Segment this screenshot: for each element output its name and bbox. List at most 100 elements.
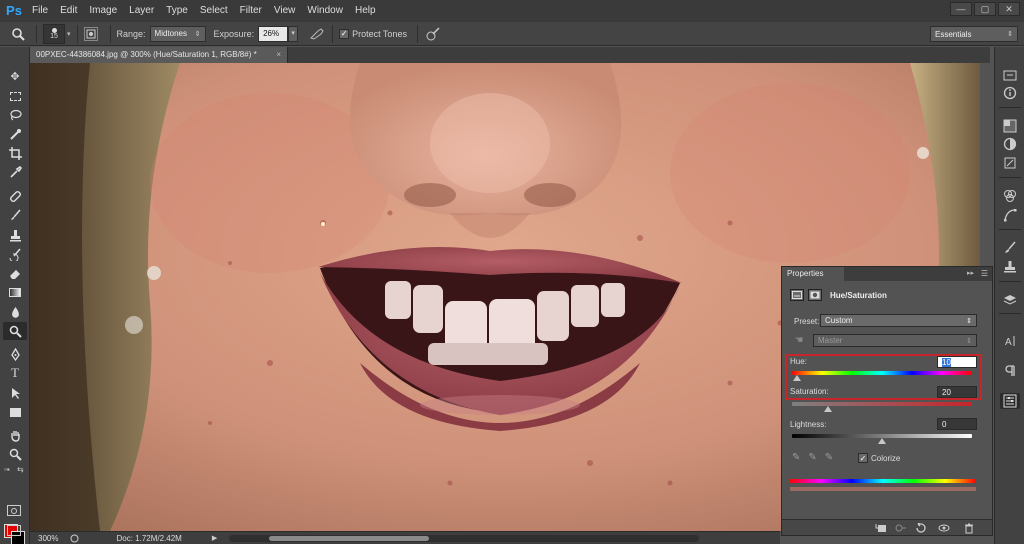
menu-window[interactable]: Window (301, 0, 349, 22)
channel-select[interactable]: Master ⇕ (813, 334, 977, 347)
healing-brush-icon[interactable] (3, 187, 27, 205)
share-icon[interactable] (68, 533, 80, 543)
zoom-icon[interactable] (3, 445, 27, 463)
range-select[interactable]: Midtones ⇕ (149, 25, 206, 42)
lightness-slider-thumb[interactable] (878, 438, 886, 444)
zoom-level[interactable]: 300% (38, 534, 58, 543)
hand-adjust-icon[interactable]: ☚ (792, 334, 806, 347)
channels-panel-icon[interactable] (1000, 188, 1020, 204)
hue-slider-thumb[interactable] (793, 375, 802, 381)
clone-source-icon[interactable] (1000, 259, 1020, 275)
hue-slider-track[interactable] (792, 371, 972, 375)
quick-mask-icon[interactable] (7, 505, 21, 516)
saturation-slider-track[interactable] (792, 402, 972, 406)
menu-file[interactable]: File (26, 0, 54, 22)
brush-panel-icon[interactable] (83, 26, 98, 41)
clip-to-layer-icon[interactable] (874, 522, 888, 534)
lightness-value-field[interactable]: 0 (937, 418, 977, 430)
reset-icon[interactable] (914, 522, 928, 534)
adjustments-properties-icon[interactable] (1000, 393, 1020, 409)
maximize-button[interactable]: ▢ (974, 2, 996, 16)
colorize-checkbox[interactable]: ✓ (858, 453, 868, 463)
gradient-icon[interactable] (3, 283, 27, 301)
range-label: Range: (116, 28, 146, 39)
hue-value-field[interactable]: 10 (937, 356, 977, 368)
preset-select[interactable]: Custom ⇕ (820, 314, 977, 327)
history-brush-icon[interactable] (3, 245, 27, 263)
preset-value: Custom (825, 316, 853, 325)
horizontal-scrollbar[interactable] (229, 534, 700, 542)
blur-icon[interactable] (3, 303, 27, 321)
swap-colors-icon[interactable]: ⇆ (17, 465, 24, 474)
panel-menu-icon[interactable]: ☰ (981, 269, 988, 278)
exposure-input[interactable]: 26% (258, 25, 289, 42)
brush-icon[interactable] (3, 206, 27, 224)
history-panel-icon[interactable] (1000, 67, 1020, 83)
document-tab[interactable]: 00PXEC-44386084.jpg @ 300% (Hue/Saturati… (30, 47, 288, 63)
eyedropper-icon[interactable]: ✎ (792, 452, 800, 463)
color-panel-icon[interactable] (1000, 118, 1020, 134)
airbrush-icon[interactable] (308, 26, 326, 42)
layers-panel-icon[interactable] (1000, 292, 1020, 308)
visibility-eye-icon[interactable] (937, 522, 951, 534)
workspace-select[interactable]: Essentials ⇕ (930, 26, 1018, 42)
collapse-panel-icon[interactable]: ▸▸ (967, 269, 974, 277)
eyedropper-icon[interactable] (3, 163, 27, 181)
chevron-down-icon[interactable]: ▾ (67, 30, 71, 38)
default-colors-icon[interactable]: ▫▪ (4, 465, 10, 474)
brush-preset-picker[interactable]: 15 (43, 23, 65, 44)
menu-select[interactable]: Select (194, 0, 234, 22)
menu-layer[interactable]: Layer (123, 0, 160, 22)
character-panel-icon[interactable]: A (1000, 333, 1020, 349)
properties-tab[interactable]: Properties (782, 267, 844, 281)
lasso-icon[interactable] (3, 106, 27, 124)
paths-panel-icon[interactable] (1000, 207, 1020, 223)
adjustment-layer-icon[interactable] (790, 289, 804, 301)
styles-panel-icon[interactable] (1000, 155, 1020, 171)
close-window-button[interactable]: ✕ (998, 2, 1020, 16)
menu-edit[interactable]: Edit (54, 0, 83, 22)
menu-view[interactable]: View (268, 0, 302, 22)
crop-icon[interactable] (3, 144, 27, 162)
path-select-icon[interactable] (3, 384, 27, 402)
scrollbar-thumb[interactable] (269, 535, 430, 541)
eyedropper-minus-icon[interactable]: ✎ (825, 452, 833, 463)
pressure-size-icon[interactable] (424, 26, 442, 42)
menu-image[interactable]: Image (83, 0, 123, 22)
brush-panel-icon[interactable] (1000, 240, 1020, 256)
menu-help[interactable]: Help (349, 0, 382, 22)
menu-type[interactable]: Type (160, 0, 194, 22)
type-icon[interactable]: T (3, 364, 27, 382)
layer-mask-icon[interactable] (808, 289, 822, 301)
quick-select-icon[interactable] (3, 125, 27, 143)
sponge-tool-icon[interactable] (6, 24, 30, 44)
marquee-icon[interactable] (3, 87, 27, 105)
minimize-button[interactable]: — (950, 2, 972, 16)
clone-stamp-icon[interactable] (3, 226, 27, 244)
exposure-slider-toggle[interactable]: ▾ (288, 25, 299, 42)
menu-bar: Ps File Edit Image Layer Type Select Fil… (0, 0, 1024, 22)
screen-mode-icon[interactable] (7, 525, 21, 536)
eraser-icon[interactable] (3, 264, 27, 282)
saturation-value-field[interactable]: 20 (937, 386, 977, 398)
properties-panel: Properties ▸▸ ☰ Hue/Saturation Preset: C… (781, 266, 993, 536)
doc-size-info: Doc: 1.72M/2.42M (116, 533, 182, 543)
protect-tones-checkbox[interactable]: ✓ (339, 28, 350, 39)
saturation-value: 20 (942, 388, 951, 397)
move-icon[interactable]: ✥ (3, 67, 27, 85)
preset-label: Preset: (794, 317, 820, 326)
hand-icon[interactable] (3, 426, 27, 444)
close-tab-icon[interactable]: × (276, 47, 281, 63)
eyedropper-plus-icon[interactable]: ✎ (808, 452, 816, 463)
pen-icon[interactable] (3, 345, 27, 363)
info-panel-icon[interactable] (1000, 85, 1020, 101)
sponge-tool-button[interactable] (3, 322, 27, 340)
view-previous-icon[interactable] (894, 522, 908, 534)
swatches-panel-icon[interactable] (1000, 136, 1020, 152)
paragraph-panel-icon[interactable] (1000, 363, 1020, 379)
shape-icon[interactable] (3, 403, 27, 421)
trash-icon[interactable] (962, 522, 976, 534)
saturation-slider-thumb[interactable] (824, 406, 832, 412)
status-menu-arrow-icon[interactable]: ▶ (212, 534, 217, 542)
menu-filter[interactable]: Filter (234, 0, 268, 22)
